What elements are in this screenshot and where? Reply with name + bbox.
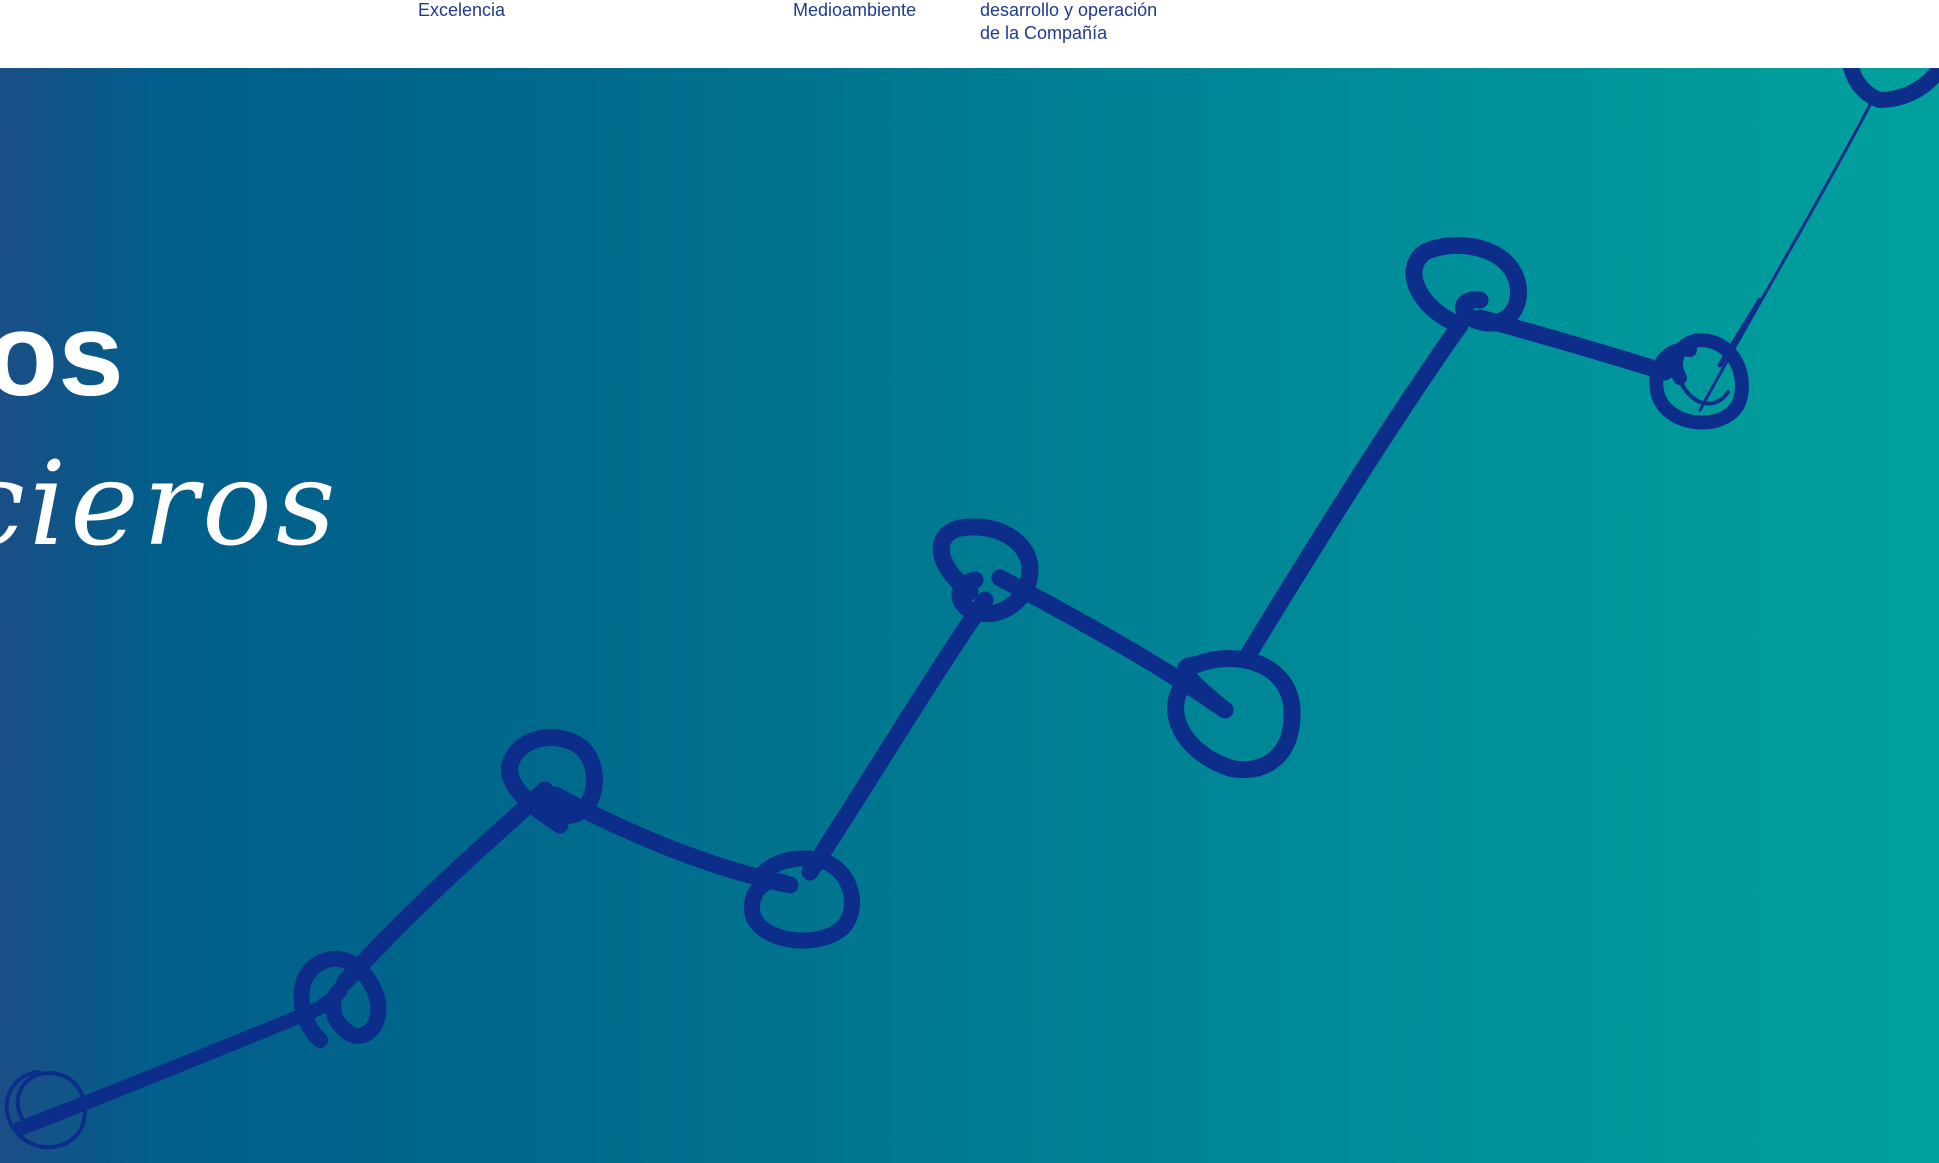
page: Excelencia Medioambiente desarrollo y op… bbox=[0, 0, 1939, 1163]
nav-item-desarrollo-operacion[interactable]: desarrollo y operación de la Compañía bbox=[980, 0, 1157, 45]
nav-item-excelencia[interactable]: Excelencia bbox=[418, 0, 505, 22]
hero-script-subtitle: cieros bbox=[0, 437, 340, 572]
graph-line bbox=[13, 993, 337, 1135]
graph-node bbox=[1405, 236, 1527, 334]
nav-item-medioambiente[interactable]: Medioambiente bbox=[793, 0, 916, 22]
graph-line bbox=[1236, 316, 1469, 669]
graph-line bbox=[1698, 103, 1872, 412]
top-navigation-bar: Excelencia Medioambiente desarrollo y op… bbox=[0, 0, 1939, 68]
graph-node bbox=[1167, 650, 1301, 779]
nav-item-desarrollo-line1: desarrollo y operación bbox=[980, 0, 1158, 20]
nav-item-desarrollo-line2: de la Compañía bbox=[980, 23, 1108, 43]
hero-title: os bbox=[0, 289, 124, 421]
graph-node bbox=[293, 950, 387, 1048]
graph-line bbox=[336, 781, 554, 991]
graph-line bbox=[801, 591, 994, 881]
hand-drawn-line-graph-icon bbox=[4, 1, 1939, 1150]
